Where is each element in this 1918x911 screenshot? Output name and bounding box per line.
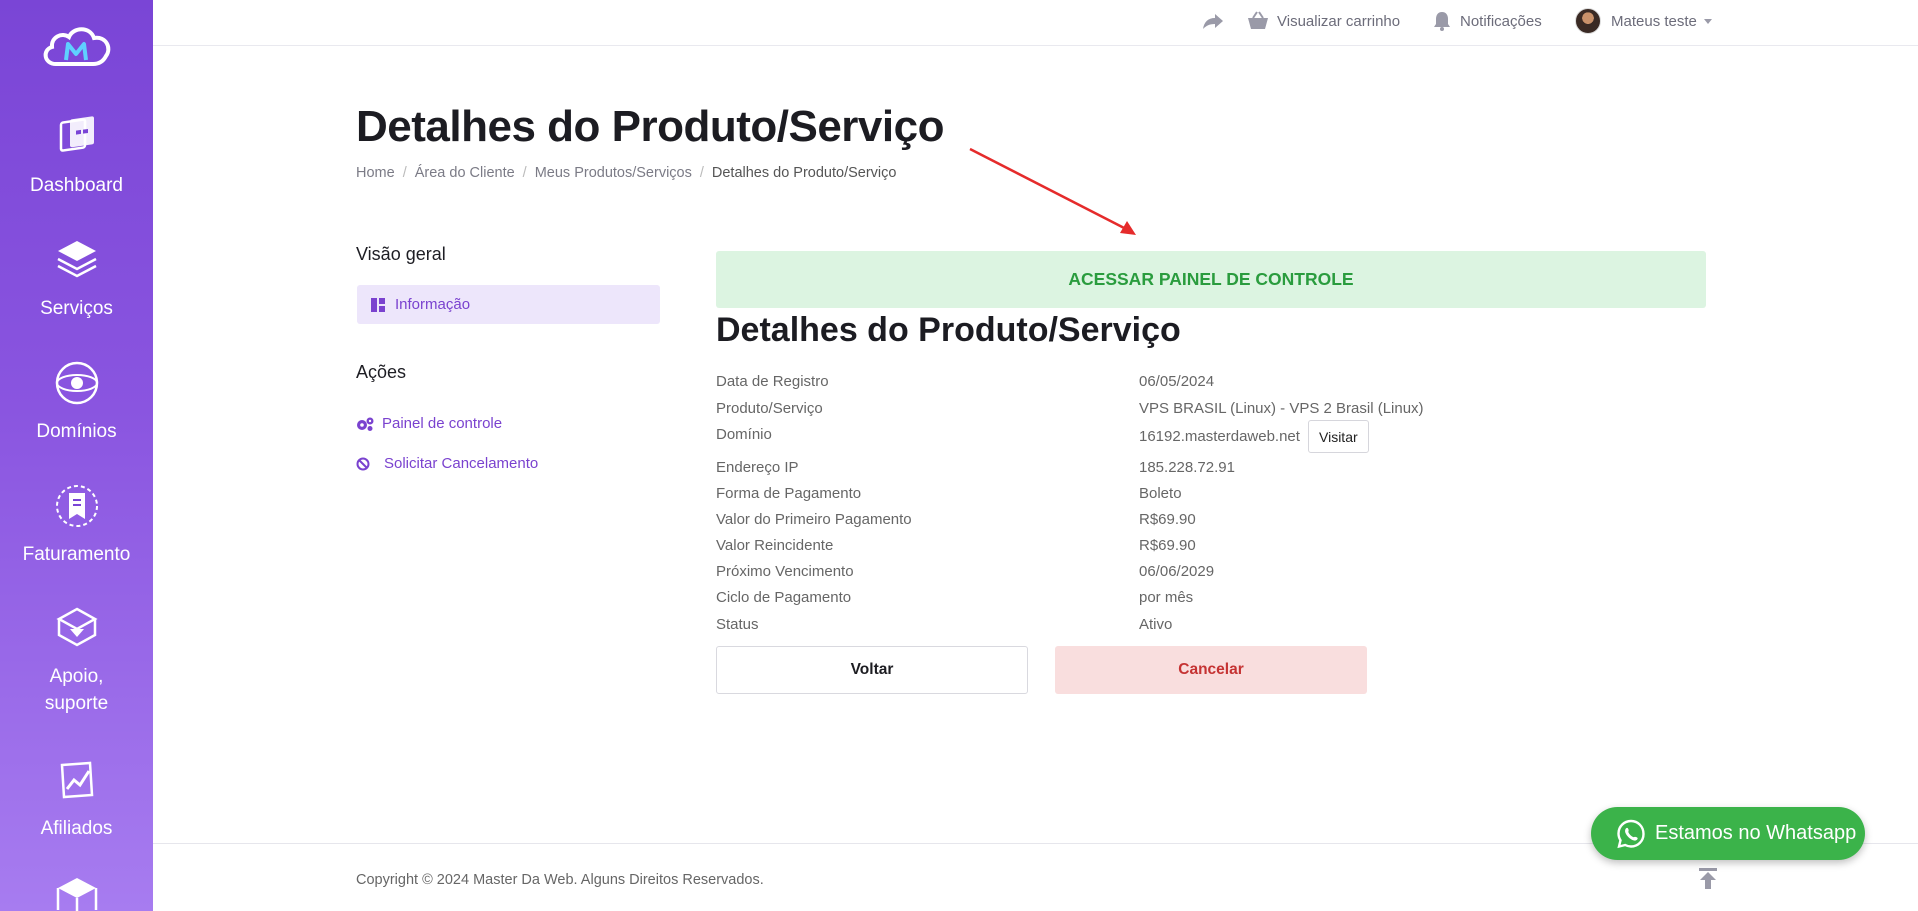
detail-value: 185.228.72.91 [1139, 459, 1235, 476]
breadcrumb-separator: / [522, 165, 527, 181]
information-label: Informação [395, 296, 471, 313]
whatsapp-icon [1617, 819, 1645, 848]
notifications-link[interactable]: Notificações [1432, 0, 1542, 42]
detail-label: Endereço IP [716, 459, 799, 476]
share-icon [1203, 14, 1223, 29]
detail-value: Ativo [1139, 616, 1173, 633]
annotation-arrow [969, 147, 1136, 235]
page-title: Detalhes do Produto/Serviço [356, 102, 944, 151]
detail-value: 16192.masterdaweb.net [1139, 428, 1300, 445]
request-cancellation-label: Solicitar Cancelamento [384, 455, 539, 472]
basket-icon [1248, 11, 1268, 29]
cloud-logo-icon[interactable] [38, 22, 114, 72]
sidebar-item-label: Serviços [40, 298, 113, 319]
detail-value: R$69.90 [1139, 511, 1196, 528]
sidebar-item-billing[interactable]: Faturamento [0, 481, 153, 568]
sidebar-item-information[interactable]: Informação [357, 285, 660, 324]
detail-value: por mês [1139, 589, 1194, 606]
breadcrumb: Home / Área do Cliente / Meus Produtos/S… [356, 165, 896, 181]
detail-label: Status [716, 616, 759, 633]
detail-label: Valor Reincidente [716, 537, 834, 554]
control-panel-link[interactable]: Painel de controle [356, 415, 502, 432]
sidebar-item-domains[interactable]: Domínios [0, 358, 153, 445]
visit-button[interactable]: Visitar [1308, 420, 1369, 453]
bell-icon [1434, 12, 1450, 31]
request-cancellation-link[interactable]: Solicitar Cancelamento [356, 455, 538, 472]
sidebar-item-services[interactable]: Serviços [0, 235, 153, 322]
view-cart-label: Visualizar carrinho [1277, 12, 1401, 30]
detail-label: Valor do Primeiro Pagamento [716, 511, 912, 528]
overview-title: Visão geral [356, 244, 446, 264]
sidebar-item-dashboard[interactable]: Dashboard [0, 112, 153, 199]
sidebar-item-label: Afiliados [40, 818, 113, 839]
sidebar-item-label: Apoio, suporte [44, 666, 109, 714]
dashboard-icon [59, 116, 94, 152]
copyright-text: Copyright © 2024 Master Da Web. Alguns D… [356, 872, 764, 888]
breadcrumb-current: Detalhes do Produto/Serviço [711, 165, 897, 181]
control-panel-label: Painel de controle [382, 415, 503, 432]
whatsapp-label: Estamos no Whatsapp [1655, 822, 1857, 844]
detail-label: Ciclo de Pagamento [716, 589, 852, 606]
avatar [1575, 8, 1601, 34]
detail-label: Próximo Vencimento [716, 563, 854, 580]
access-control-panel-button[interactable]: ACESSAR PAINEL DE CONTROLE [716, 251, 1706, 308]
sidebar: Dashboard Serviços Domínios Faturamento [0, 0, 153, 911]
sidebar-item-label: Faturamento [22, 544, 131, 565]
details-title: Detalhes do Produto/Serviço [716, 311, 1181, 349]
domains-icon [55, 361, 98, 405]
back-to-top-icon[interactable] [1697, 868, 1719, 890]
view-cart-link[interactable]: Visualizar carrinho [1247, 0, 1400, 42]
breadcrumb-separator: / [402, 165, 407, 181]
detail-label: Produto/Serviço [716, 400, 823, 417]
user-name: Mateus teste [1611, 12, 1697, 30]
detail-value: 06/06/2029 [1139, 563, 1215, 580]
whatsapp-button[interactable]: Estamos no Whatsapp [1591, 807, 1865, 860]
detail-value: 06/05/2024 [1139, 373, 1215, 390]
sidebar-item-label: Domínios [36, 421, 117, 442]
detail-value: R$69.90 [1139, 537, 1196, 554]
detail-value: Boleto [1139, 485, 1182, 502]
cancel-button[interactable]: Cancelar [1055, 646, 1367, 694]
detail-label: Data de Registro [716, 373, 829, 390]
services-icon [56, 241, 97, 278]
sidebar-item-label: Dashboard [30, 175, 123, 196]
back-button[interactable]: Voltar [716, 646, 1028, 694]
user-menu[interactable]: Mateus teste [1575, 0, 1712, 42]
ban-icon [356, 457, 370, 470]
chevron-down-icon [1703, 18, 1712, 24]
breadcrumb-client-area[interactable]: Área do Cliente [415, 165, 515, 181]
detail-label: Domínio [716, 426, 772, 443]
billing-icon [55, 485, 98, 527]
detail-value: VPS BRASIL (Linux) - VPS 2 Brasil (Linux… [1139, 400, 1424, 417]
affiliates-icon [60, 761, 93, 799]
gears-icon [357, 417, 374, 431]
breadcrumb-separator: / [699, 165, 704, 181]
sidebar-item-affiliates[interactable]: Afiliados [0, 755, 153, 842]
notifications-label: Notificações [1460, 12, 1542, 30]
cube-icon[interactable] [52, 876, 102, 911]
support-icon [55, 607, 98, 647]
dashboard-grid-icon [371, 297, 385, 312]
detail-label: Forma de Pagamento [716, 485, 862, 502]
breadcrumb-home[interactable]: Home [356, 165, 395, 181]
share-button[interactable] [1202, 0, 1232, 42]
actions-title: Ações [356, 362, 407, 382]
sidebar-item-support[interactable]: Apoio, suporte [0, 603, 153, 717]
breadcrumb-my-products[interactable]: Meus Produtos/Serviços [535, 165, 692, 181]
